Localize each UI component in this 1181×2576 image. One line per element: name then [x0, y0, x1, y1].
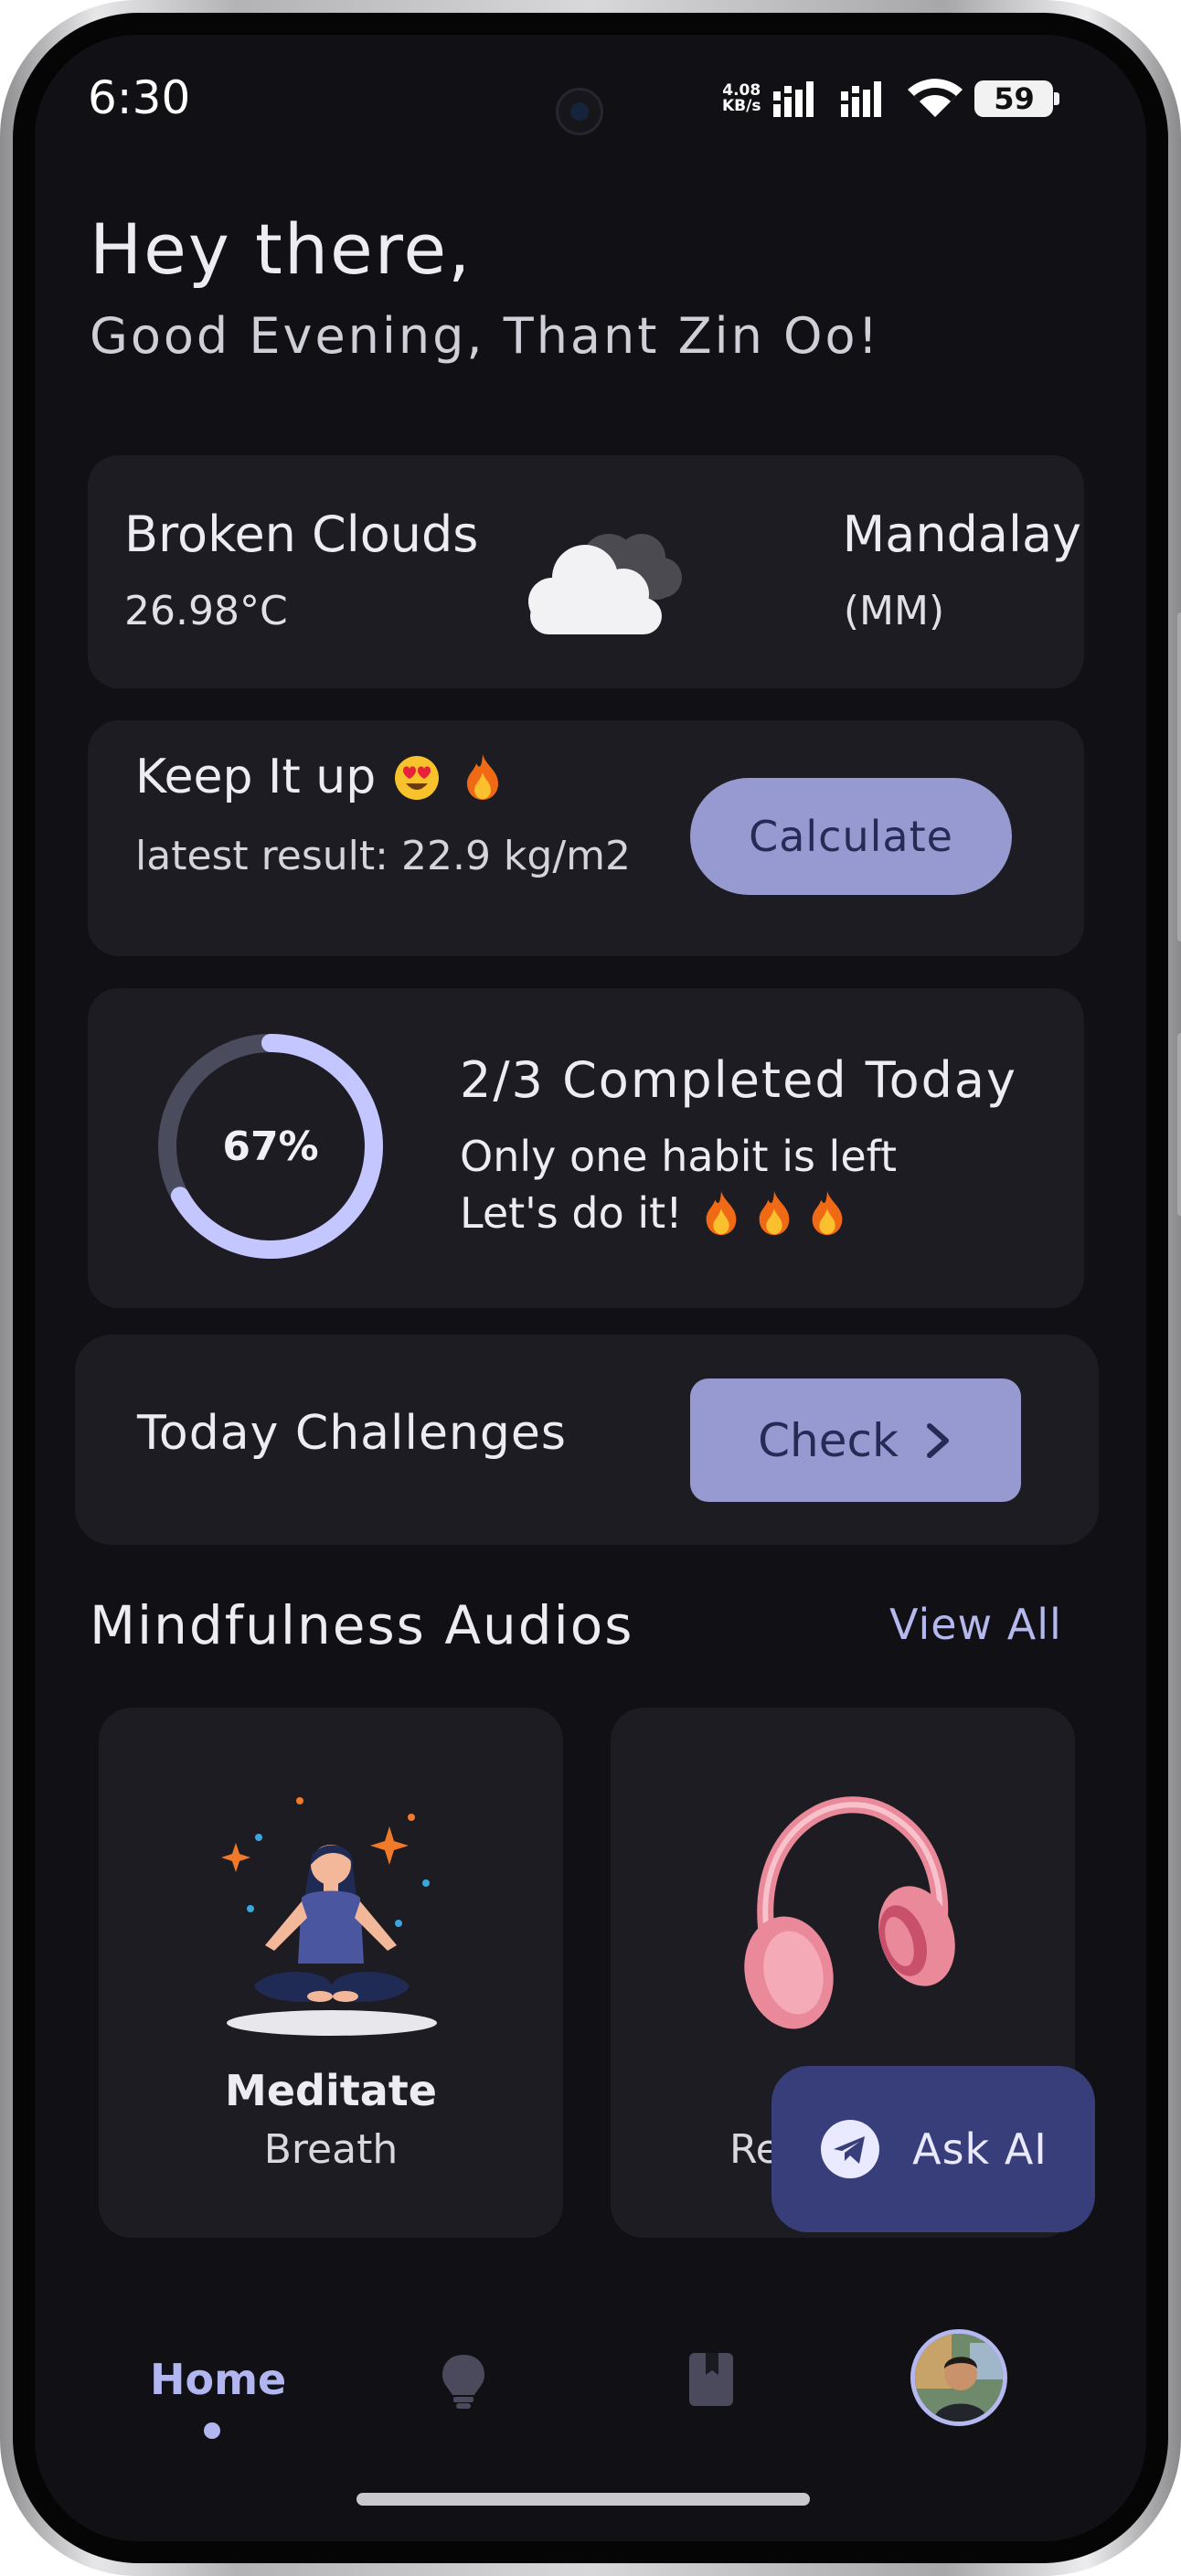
- greeting-subtitle: Good Evening, Thant Zin Oo!: [90, 307, 881, 365]
- mindfulness-title: Mindfulness Audios: [90, 1594, 634, 1656]
- chevron-right-icon: [926, 1422, 949, 1458]
- network-speed: 4.08 KB/s: [722, 83, 761, 114]
- cloud-icon: [528, 534, 682, 634]
- lightbulb-icon[interactable]: [437, 2351, 490, 2410]
- check-challenges-button[interactable]: Check: [690, 1378, 1021, 1502]
- weather-temperature: 26.98°C: [124, 588, 288, 634]
- battery-icon: 59: [974, 80, 1060, 117]
- weather-city: Mandalay: [842, 506, 1081, 563]
- bmi-latest-result: latest result: 22.9 kg/m2: [135, 833, 632, 879]
- heart-eyes-emoji-icon: [395, 756, 440, 800]
- signal-icon: [841, 81, 882, 117]
- avatar-image: [915, 2334, 1003, 2422]
- greeting-title: Hey there,: [90, 208, 473, 290]
- fire-emojis: [697, 1189, 851, 1237]
- telegram-icon: [821, 2120, 880, 2178]
- network-speed-unit: KB/s: [722, 97, 761, 115]
- challenges-title: Today Challenges: [137, 1406, 567, 1461]
- habit-progress-percent: 67%: [222, 1123, 319, 1170]
- habit-title: 2/3 Completed Today: [460, 1051, 1017, 1109]
- nav-home[interactable]: Home: [150, 2355, 286, 2404]
- weather-country: (MM): [843, 588, 945, 634]
- nav-active-indicator: [204, 2422, 220, 2439]
- volume-button: [1177, 612, 1181, 942]
- book-icon[interactable]: [687, 2351, 735, 2408]
- fire-emoji-icon: [812, 1190, 842, 1236]
- audio-subtitle: Breath: [263, 2126, 399, 2173]
- status-time: 6:30: [88, 71, 191, 124]
- wifi-icon: [908, 79, 963, 117]
- calculate-button[interactable]: Calculate: [690, 778, 1012, 895]
- bmi-title: Keep It up: [135, 750, 507, 804]
- habit-message-line2-text: Let's do it!: [460, 1188, 683, 1238]
- meditation-illustration: [221, 1797, 437, 2036]
- profile-avatar[interactable]: [910, 2329, 1007, 2426]
- view-all-link[interactable]: View All: [889, 1600, 1062, 1649]
- check-button-label: Check: [758, 1413, 899, 1467]
- status-icons: 4.08 KB/s 59: [722, 79, 1060, 119]
- headphones-illustration: [744, 1796, 955, 2029]
- bmi-title-text: Keep It up: [135, 750, 377, 804]
- fire-emoji-icon: [706, 1190, 736, 1236]
- habit-message-line1: Only one habit is left: [460, 1132, 898, 1181]
- fire-emoji-icon: [759, 1190, 789, 1236]
- ask-ai-label: Ask AI: [912, 2124, 1048, 2174]
- app-screen: 6:30 4.08 KB/s 59 Hey there, Good Evenin…: [35, 35, 1146, 2541]
- audio-title: Meditate: [225, 2066, 437, 2115]
- power-button: [1177, 1033, 1181, 1216]
- habit-message-line2: Let's do it!: [460, 1188, 851, 1238]
- front-camera: [556, 88, 603, 135]
- fire-emoji-icon: [467, 754, 499, 800]
- weather-condition: Broken Clouds: [124, 506, 479, 563]
- signal-icon: [773, 81, 814, 117]
- ask-ai-button[interactable]: Ask AI: [771, 2066, 1095, 2232]
- home-indicator: [356, 2493, 810, 2506]
